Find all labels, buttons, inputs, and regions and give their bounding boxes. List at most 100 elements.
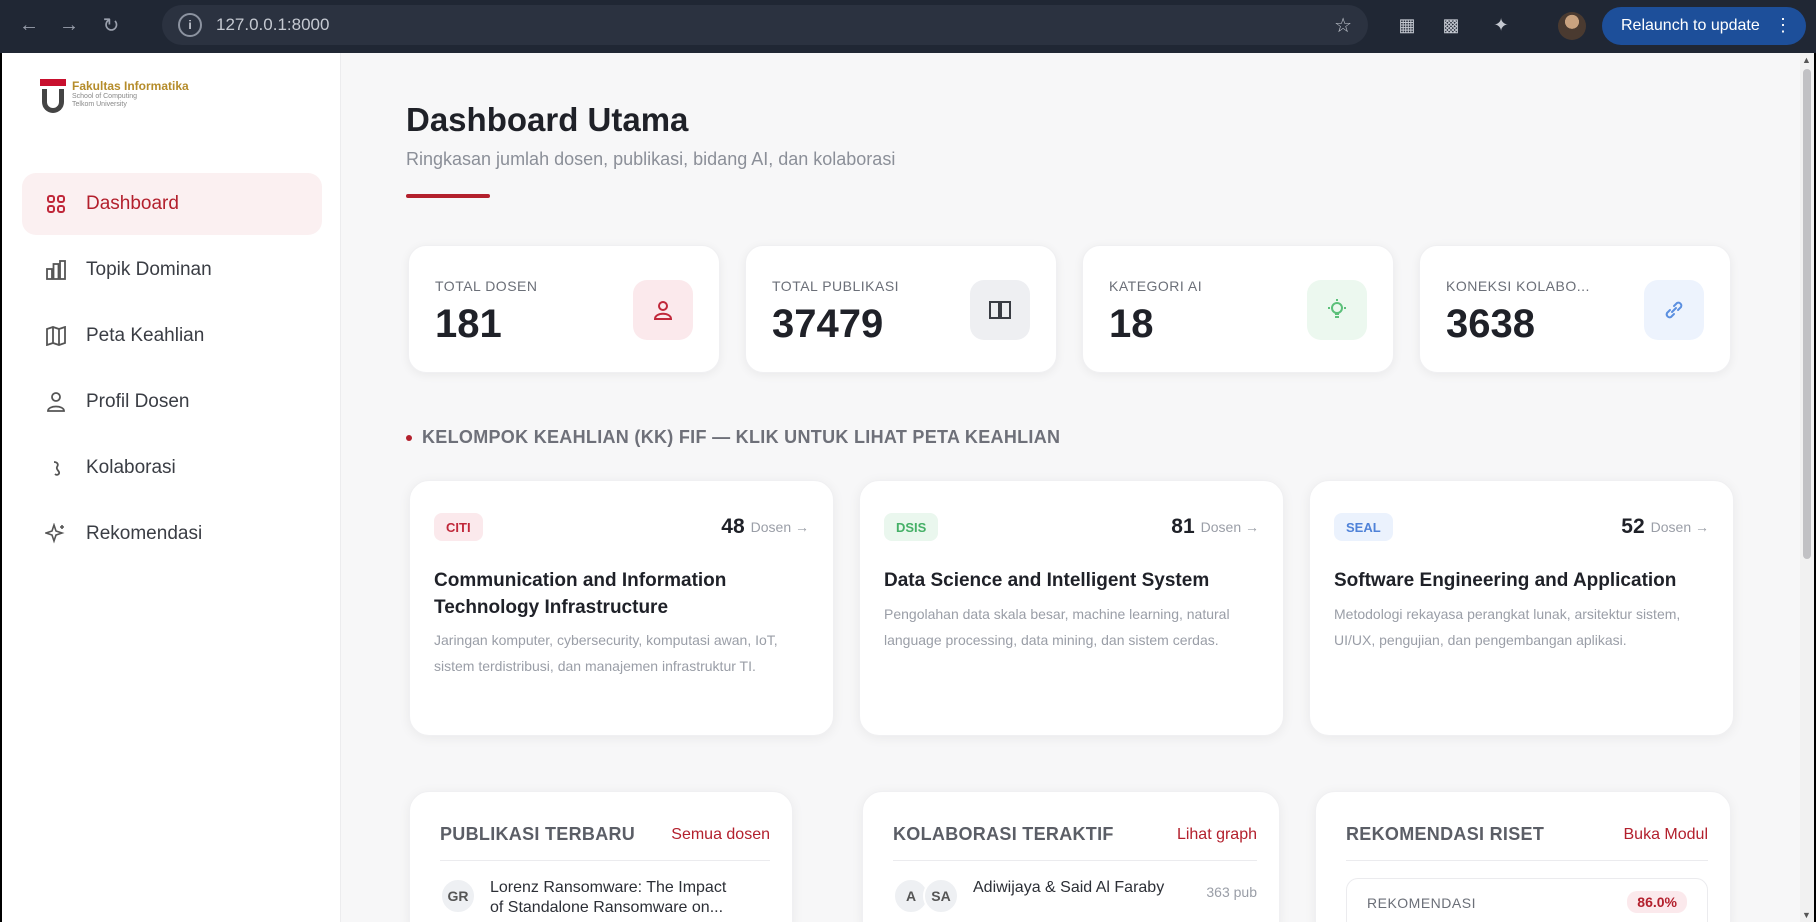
address-bar[interactable]: i 127.0.0.1:8000 ☆: [162, 5, 1368, 45]
sidebar-item-topik-dominan[interactable]: Topik Dominan: [22, 239, 322, 301]
stat-label: KONEKSI KOLABO...: [1446, 278, 1590, 294]
avatar: GR: [440, 878, 476, 914]
bookmark-star-icon[interactable]: ☆: [1334, 13, 1352, 38]
page-title: Dashboard Utama: [406, 101, 689, 138]
stat-value: 181: [435, 302, 502, 346]
logo-line3: Telkom University: [72, 101, 127, 108]
url-text[interactable]: 127.0.0.1:8000: [216, 15, 329, 35]
lihat-graph-link[interactable]: Lihat graph: [1177, 826, 1257, 844]
list-item[interactable]: GR Lorenz Ransomware: The Impact of Stan…: [440, 878, 770, 922]
grid-icon: [44, 192, 68, 216]
kk-count-value: 48: [721, 515, 745, 538]
panel-title: PUBLIKASI TERBARU: [440, 824, 636, 844]
kk-count-unit: Dosen →: [1200, 519, 1259, 535]
back-arrow-icon[interactable]: ←: [14, 10, 44, 40]
kk-count: 48 Dosen →: [721, 513, 809, 541]
kk-desc: Pengolahan data skala besar, machine lea…: [884, 606, 1230, 648]
stat-value: 37479: [772, 302, 884, 346]
lightbulb-icon: [1307, 280, 1367, 340]
buka-modul-link[interactable]: Buka Modul: [1624, 826, 1709, 844]
collaboration-pair: Adiwijaya & Said Al Faraby: [973, 879, 1165, 896]
divider: [893, 860, 1257, 861]
divider: [1346, 860, 1708, 861]
kk-count-unit: Dosen →: [750, 519, 809, 535]
sidebar-item-label: Rekomendasi: [86, 523, 203, 544]
title-underline: [406, 194, 490, 198]
panel-kolaborasi-teraktif: KOLABORASI TERAKTIF Lihat graph A SA Adi…: [862, 791, 1280, 922]
scroll-up-icon[interactable]: ▲: [1802, 55, 1811, 65]
site-info-icon[interactable]: i: [178, 13, 202, 37]
semua-dosen-link[interactable]: Semua dosen: [671, 826, 770, 844]
logo[interactable]: Fakultas Informatika School of Computing…: [40, 79, 189, 115]
sidebar: Fakultas Informatika School of Computing…: [2, 53, 341, 922]
kk-tag: CITI: [434, 513, 483, 541]
list-item[interactable]: A SA Adiwijaya & Said Al Faraby 363 pub: [893, 878, 1257, 922]
scroll-down-icon[interactable]: ▼: [1802, 910, 1811, 920]
users-icon: [633, 280, 693, 340]
recommendation-label: REKOMENDASI: [1367, 895, 1476, 911]
kk-section-heading-text: KELOMPOK KEAHLIAN (KK) FIF — KLIK UNTUK …: [422, 427, 1061, 447]
extension-icon[interactable]: ▦: [1394, 12, 1420, 38]
page-scrollbar[interactable]: ▲ ▼: [1800, 53, 1814, 922]
relaunch-button[interactable]: Relaunch to update ⋮: [1602, 7, 1806, 45]
sparkle-icon: [44, 522, 68, 546]
kk-section-heading: KELOMPOK KEAHLIAN (KK) FIF — KLIK UNTUK …: [406, 427, 1060, 448]
stat-label: TOTAL PUBLIKASI: [772, 278, 900, 294]
sidebar-item-label: Kolaborasi: [86, 457, 176, 478]
kk-card-citi[interactable]: CITI 48 Dosen → Communication and Informa…: [409, 480, 834, 736]
sidebar-item-label: Dashboard: [86, 193, 179, 214]
book-icon: [970, 280, 1030, 340]
stat-card-koneksi-kolaborasi: KONEKSI KOLABO... 3638: [1419, 245, 1731, 373]
kk-count-unit: Dosen →: [1650, 519, 1709, 535]
profile-avatar[interactable]: [1558, 12, 1586, 40]
page: Fakultas Informatika School of Computing…: [2, 53, 1814, 922]
scrollbar-thumb[interactable]: [1803, 69, 1811, 559]
logo-mark-icon: [40, 79, 66, 115]
kk-count-value: 52: [1621, 515, 1645, 538]
bullet-icon: [406, 434, 412, 441]
kk-card-seal[interactable]: SEAL 52 Dosen → Software Engineering and …: [1309, 480, 1734, 736]
sidebar-item-profil-dosen[interactable]: Profil Dosen: [22, 371, 322, 433]
publication-title: Lorenz Ransomware: The Impact of Standal…: [490, 879, 727, 916]
kk-tag: DSIS: [884, 513, 939, 541]
page-subtitle: Ringkasan jumlah dosen, publikasi, bidan…: [406, 149, 896, 169]
link-icon: [44, 456, 68, 480]
main-content: Dashboard Utama Ringkasan jumlah dosen, …: [341, 53, 1814, 922]
kk-count: 81 Dosen →: [1171, 513, 1259, 541]
users-icon: [44, 390, 68, 414]
link-icon: [1644, 280, 1704, 340]
panel-rekomendasi-riset: REKOMENDASI RISET Buka Modul REKOMENDASI…: [1315, 791, 1731, 922]
sidebar-item-kolaborasi[interactable]: Kolaborasi: [22, 437, 322, 499]
panel-title: KOLABORASI TERAKTIF: [893, 824, 1114, 844]
stat-label: KATEGORI AI: [1109, 278, 1203, 294]
kk-tag: SEAL: [1334, 513, 1393, 541]
forward-arrow-icon[interactable]: →: [54, 10, 84, 40]
kk-count: 52 Dosen →: [1621, 513, 1709, 541]
sidebar-item-dashboard[interactable]: Dashboard: [22, 173, 322, 235]
stat-card-total-publikasi: TOTAL PUBLIKASI 37479: [745, 245, 1057, 373]
tab-search-icon[interactable]: ▩: [1438, 12, 1464, 38]
kk-card-dsis[interactable]: DSIS 81 Dosen → Data Science and Intellig…: [859, 480, 1284, 736]
puzzle-icon[interactable]: ✦: [1488, 12, 1514, 38]
recommendation-item[interactable]: REKOMENDASI 86.0%: [1346, 878, 1708, 922]
panel-publikasi-terbaru: PUBLIKASI TERBARU Semua dosen GR Lorenz …: [409, 791, 793, 922]
kk-name: Software Engineering and Application: [1334, 570, 1677, 591]
stat-label: TOTAL DOSEN: [435, 278, 538, 294]
kk-name: Communication and Information Technology…: [434, 570, 727, 618]
menu-dots-icon[interactable]: ⋮: [1774, 15, 1792, 36]
reload-icon[interactable]: ↻: [96, 10, 126, 40]
avatar: SA: [923, 878, 959, 914]
sidebar-item-peta-keahlian[interactable]: Peta Keahlian: [22, 305, 322, 367]
kk-desc: Jaringan komputer, cybersecurity, komput…: [434, 632, 778, 674]
kk-name: Data Science and Intelligent System: [884, 570, 1210, 591]
stat-value: 3638: [1446, 302, 1535, 346]
relaunch-label: Relaunch to update: [1621, 17, 1760, 34]
browser-toolbar: ← → ↻ i 127.0.0.1:8000 ☆ ▦ ▩ ✦ Relaunch …: [0, 0, 1816, 53]
stat-card-total-dosen: TOTAL DOSEN 181: [408, 245, 720, 373]
sidebar-item-rekomendasi[interactable]: Rekomendasi: [22, 503, 322, 565]
logo-line2: School of Computing: [72, 93, 137, 100]
publication-count: 363 pub: [1206, 884, 1257, 900]
sidebar-item-label: Profil Dosen: [86, 391, 190, 412]
sidebar-nav: Dashboard Topik Dominan Peta Keahlian Pr…: [22, 173, 322, 569]
screen: ← → ↻ i 127.0.0.1:8000 ☆ ▦ ▩ ✦ Relaunch …: [0, 0, 1816, 922]
